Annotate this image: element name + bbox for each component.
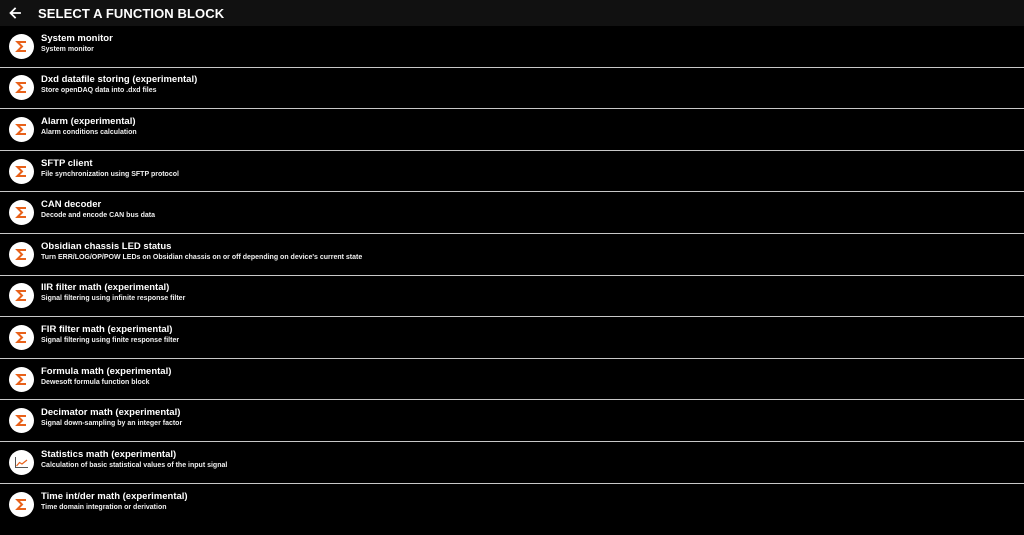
function-block-text: Obsidian chassis LED status Turn ERR/LOG/… [41, 241, 362, 262]
function-block-name: Dxd datafile storing (experimental) [41, 74, 198, 86]
function-block-text: Statistics math (experimental) Calculatio… [41, 449, 227, 470]
function-block-item[interactable]: Obsidian chassis LED status Turn ERR/LOG/… [0, 234, 1024, 276]
arrow-left-icon [9, 7, 21, 19]
sigma-icon [9, 324, 34, 350]
function-block-item[interactable]: Time int/der math (experimental) Time dom… [0, 484, 1024, 526]
function-block-name: Time int/der math (experimental) [41, 490, 188, 502]
function-block-item[interactable]: Statistics math (experimental) Calculatio… [0, 442, 1024, 484]
function-block-item[interactable]: CAN decoder Decode and encode CAN bus dat… [0, 192, 1024, 234]
function-block-description: Turn ERR/LOG/OP/POW LEDs on Obsidian cha… [41, 253, 363, 261]
function-block-description: System monitor [41, 45, 94, 53]
function-block-text: Formula math (experimental) Dewesoft form… [41, 366, 171, 387]
sigma-icon [9, 366, 34, 392]
function-block-text: Decimator math (experimental) Signal down… [41, 407, 182, 428]
back-button[interactable] [1, 0, 29, 26]
function-block-name: Alarm (experimental) [41, 115, 136, 127]
function-block-item[interactable]: Decimator math (experimental) Signal down… [0, 400, 1024, 442]
function-block-item[interactable]: Alarm (experimental) Alarm conditions cal… [0, 109, 1024, 151]
function-block-description: Time domain integration or derivation [41, 503, 167, 511]
function-block-item[interactable]: SFTP client File synchronization using SF… [0, 151, 1024, 193]
sigma-icon [9, 491, 34, 517]
function-block-name: SFTP client [41, 157, 93, 169]
function-block-item[interactable]: Dxd datafile storing (experimental) Store… [0, 68, 1024, 110]
sigma-icon [9, 158, 34, 184]
function-block-name: Obsidian chassis LED status [41, 240, 172, 252]
function-block-name: System monitor [41, 32, 113, 44]
function-block-name: IIR filter math (experimental) [41, 282, 170, 294]
sigma-icon [9, 241, 34, 267]
function-block-item[interactable]: Formula math (experimental) Dewesoft form… [0, 359, 1024, 401]
function-block-description: Signal filtering using finite response f… [41, 336, 180, 344]
sigma-icon [9, 408, 34, 434]
function-block-description: Store openDAQ data into .dxd files [41, 87, 157, 95]
sigma-icon [9, 75, 34, 101]
page-title: SELECT A FUNCTION BLOCK [38, 5, 225, 21]
sigma-icon [9, 33, 34, 59]
header-bar: SELECT A FUNCTION BLOCK [0, 0, 1024, 26]
function-block-name: FIR filter math (experimental) [41, 323, 173, 335]
function-block-text: IIR filter math (experimental) Signal fil… [41, 282, 185, 303]
function-block-text: CAN decoder Decode and encode CAN bus dat… [41, 199, 155, 220]
function-block-item[interactable]: System monitor System monitor [0, 26, 1024, 68]
function-block-text: SFTP client File synchronization using SF… [41, 158, 179, 179]
function-block-text: FIR filter math (experimental) Signal fil… [41, 324, 179, 345]
function-block-list: System monitor System monitor Dxd datafile… [0, 26, 1024, 525]
function-block-name: Statistics math (experimental) [41, 448, 177, 460]
line-chart-icon [9, 449, 34, 475]
function-block-description: Alarm conditions calculation [41, 128, 137, 136]
sigma-icon [9, 283, 34, 309]
function-block-text: Alarm (experimental) Alarm conditions cal… [41, 116, 137, 137]
sigma-icon [9, 116, 34, 142]
function-block-name: Decimator math (experimental) [41, 407, 181, 419]
function-block-description: Signal down-sampling by an integer facto… [41, 420, 183, 428]
function-block-name: CAN decoder [41, 199, 102, 211]
function-block-description: Decode and encode CAN bus data [41, 212, 155, 220]
function-block-name: Formula math (experimental) [41, 365, 172, 377]
sigma-icon [9, 200, 34, 226]
function-block-description: Calculation of basic statistical values … [41, 461, 228, 469]
function-block-description: Signal filtering using infinite response… [41, 295, 186, 303]
function-block-text: Dxd datafile storing (experimental) Store… [41, 74, 197, 95]
function-block-text: Time int/der math (experimental) Time dom… [41, 491, 188, 512]
function-block-description: Dewesoft formula function block [41, 378, 150, 386]
function-block-item[interactable]: FIR filter math (experimental) Signal fil… [0, 317, 1024, 359]
function-block-item[interactable]: IIR filter math (experimental) Signal fil… [0, 276, 1024, 318]
function-block-description: File synchronization using SFTP protocol [41, 170, 179, 178]
function-block-text: System monitor System monitor [41, 33, 113, 54]
